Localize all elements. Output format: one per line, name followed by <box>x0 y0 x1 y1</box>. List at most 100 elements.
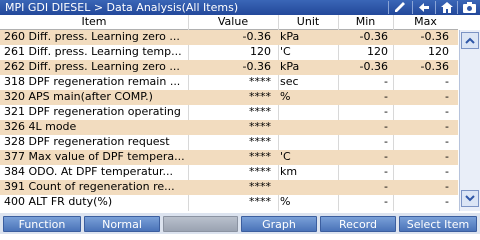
select-item-button[interactable]: Select Item <box>399 216 477 232</box>
item-cell: 377 Max value of DPF tempera... <box>4 150 185 163</box>
title-bar: MPI GDI DIESEL > Data Analysis(All Items… <box>0 0 480 15</box>
table-row[interactable]: 326 4L mode **** - - <box>0 120 458 135</box>
max-cell: -0.36 <box>420 30 449 43</box>
breadcrumb: MPI GDI DIESEL > Data Analysis(All Items… <box>5 1 239 14</box>
graph-button[interactable]: Graph <box>241 216 317 232</box>
unit-cell: km <box>280 165 298 178</box>
max-cell: - <box>445 90 449 103</box>
min-cell: 120 <box>367 45 388 58</box>
item-cell: 400 ALT FR duty(%) <box>4 195 113 208</box>
pencil-icon <box>395 2 405 12</box>
max-cell: - <box>445 195 449 208</box>
unit-cell: kPa <box>280 60 300 73</box>
max-cell: - <box>445 165 449 178</box>
back-arrow-icon <box>419 3 429 12</box>
unit-cell: 'C <box>280 45 291 58</box>
header-unit[interactable]: Unit <box>278 15 338 29</box>
table-header: Item Value Unit Min Max <box>0 15 458 30</box>
unit-cell <box>280 120 340 135</box>
item-cell: 328 DPF regeneration request <box>4 135 170 148</box>
value-cell: -0.36 <box>242 60 271 73</box>
min-cell: - <box>384 165 388 178</box>
unit-cell <box>280 135 340 150</box>
table-row[interactable]: 262 Diff. press. Learning zero ... -0.36… <box>0 60 458 75</box>
scroll-up-button[interactable] <box>461 32 479 49</box>
unit-cell: % <box>280 195 291 208</box>
max-cell: - <box>445 180 449 193</box>
table-row[interactable]: 321 DPF regeneration operating **** - - <box>0 105 458 120</box>
min-cell: - <box>384 90 388 103</box>
record-button[interactable]: Record <box>320 216 396 232</box>
min-cell: - <box>384 135 388 148</box>
unit-cell <box>280 180 340 195</box>
value-cell: 120 <box>250 45 271 58</box>
header-max[interactable]: Max <box>393 15 458 29</box>
value-cell: **** <box>249 135 271 148</box>
unit-cell: 'C <box>280 150 291 163</box>
header-value[interactable]: Value <box>188 15 278 29</box>
item-cell: 318 DPF regeneration remain ... <box>4 75 181 88</box>
unit-cell: kPa <box>280 30 300 43</box>
table-row[interactable]: 328 DPF regeneration request **** - - <box>0 135 458 150</box>
min-cell: -0.36 <box>359 30 388 43</box>
value-cell: **** <box>249 75 271 88</box>
data-table: 260 Diff. press. Learning zero ... -0.36… <box>0 30 458 211</box>
value-cell: **** <box>249 105 271 118</box>
table-row[interactable]: 260 Diff. press. Learning zero ... -0.36… <box>0 30 458 45</box>
table-row[interactable]: 377 Max value of DPF tempera... **** 'C … <box>0 150 458 165</box>
min-cell: - <box>384 120 388 133</box>
table-row[interactable]: 318 DPF regeneration remain ... **** sec… <box>0 75 458 90</box>
edit-button[interactable] <box>388 1 411 14</box>
table-row[interactable]: 320 APS main(after COMP.) **** % - - <box>0 90 458 105</box>
min-cell: - <box>384 195 388 208</box>
blank-button[interactable] <box>163 216 238 232</box>
value-cell: **** <box>249 195 271 208</box>
item-cell: 321 DPF regeneration operating <box>4 105 181 118</box>
unit-cell <box>280 105 340 120</box>
item-cell: 326 4L mode <box>4 120 77 133</box>
min-cell: - <box>384 150 388 163</box>
scroll-down-button[interactable] <box>461 190 479 207</box>
home-button[interactable] <box>435 1 458 14</box>
item-cell: 261 Diff. press. Learning temp... <box>4 45 182 58</box>
value-cell: **** <box>249 90 271 103</box>
chevron-down-icon <box>465 195 475 202</box>
item-cell: 260 Diff. press. Learning zero ... <box>4 30 180 43</box>
function-button[interactable]: Function <box>3 216 81 232</box>
item-cell: 391 Count of regeneration re... <box>4 180 175 193</box>
table-row[interactable]: 261 Diff. press. Learning temp... 120 'C… <box>0 45 458 60</box>
screenshot-button[interactable] <box>457 1 480 14</box>
item-cell: 384 ODO. At DPF temperatur... <box>4 165 173 178</box>
chevron-up-icon <box>465 37 475 44</box>
value-cell: **** <box>249 180 271 193</box>
vertical-scrollbar[interactable] <box>459 30 480 211</box>
min-cell: -0.36 <box>359 60 388 73</box>
min-cell: - <box>384 105 388 118</box>
max-cell: -0.36 <box>420 60 449 73</box>
value-cell: -0.36 <box>242 30 271 43</box>
table-row[interactable]: 384 ODO. At DPF temperatur... **** km - … <box>0 165 458 180</box>
back-button[interactable] <box>412 1 435 14</box>
min-cell: - <box>384 180 388 193</box>
table-row[interactable]: 391 Count of regeneration re... **** - - <box>0 180 458 195</box>
unit-cell: % <box>280 90 291 103</box>
item-cell: 320 APS main(after COMP.) <box>4 90 153 103</box>
max-cell: - <box>445 150 449 163</box>
table-row[interactable]: 400 ALT FR duty(%) **** % - - <box>0 195 458 210</box>
max-cell: 120 <box>428 45 449 58</box>
camera-icon <box>462 2 476 13</box>
header-item[interactable]: Item <box>0 15 188 29</box>
item-cell: 262 Diff. press. Learning zero ... <box>4 60 180 73</box>
value-cell: **** <box>249 120 271 133</box>
max-cell: - <box>445 75 449 88</box>
normal-button[interactable]: Normal <box>84 216 160 232</box>
min-cell: - <box>384 75 388 88</box>
value-cell: **** <box>249 150 271 163</box>
max-cell: - <box>445 105 449 118</box>
unit-cell: sec <box>280 75 299 88</box>
header-min[interactable]: Min <box>338 15 393 29</box>
max-cell: - <box>445 135 449 148</box>
value-cell: **** <box>249 165 271 178</box>
home-icon <box>441 2 453 13</box>
footer-toolbar: Function Normal Graph Record Select Item <box>0 213 480 234</box>
